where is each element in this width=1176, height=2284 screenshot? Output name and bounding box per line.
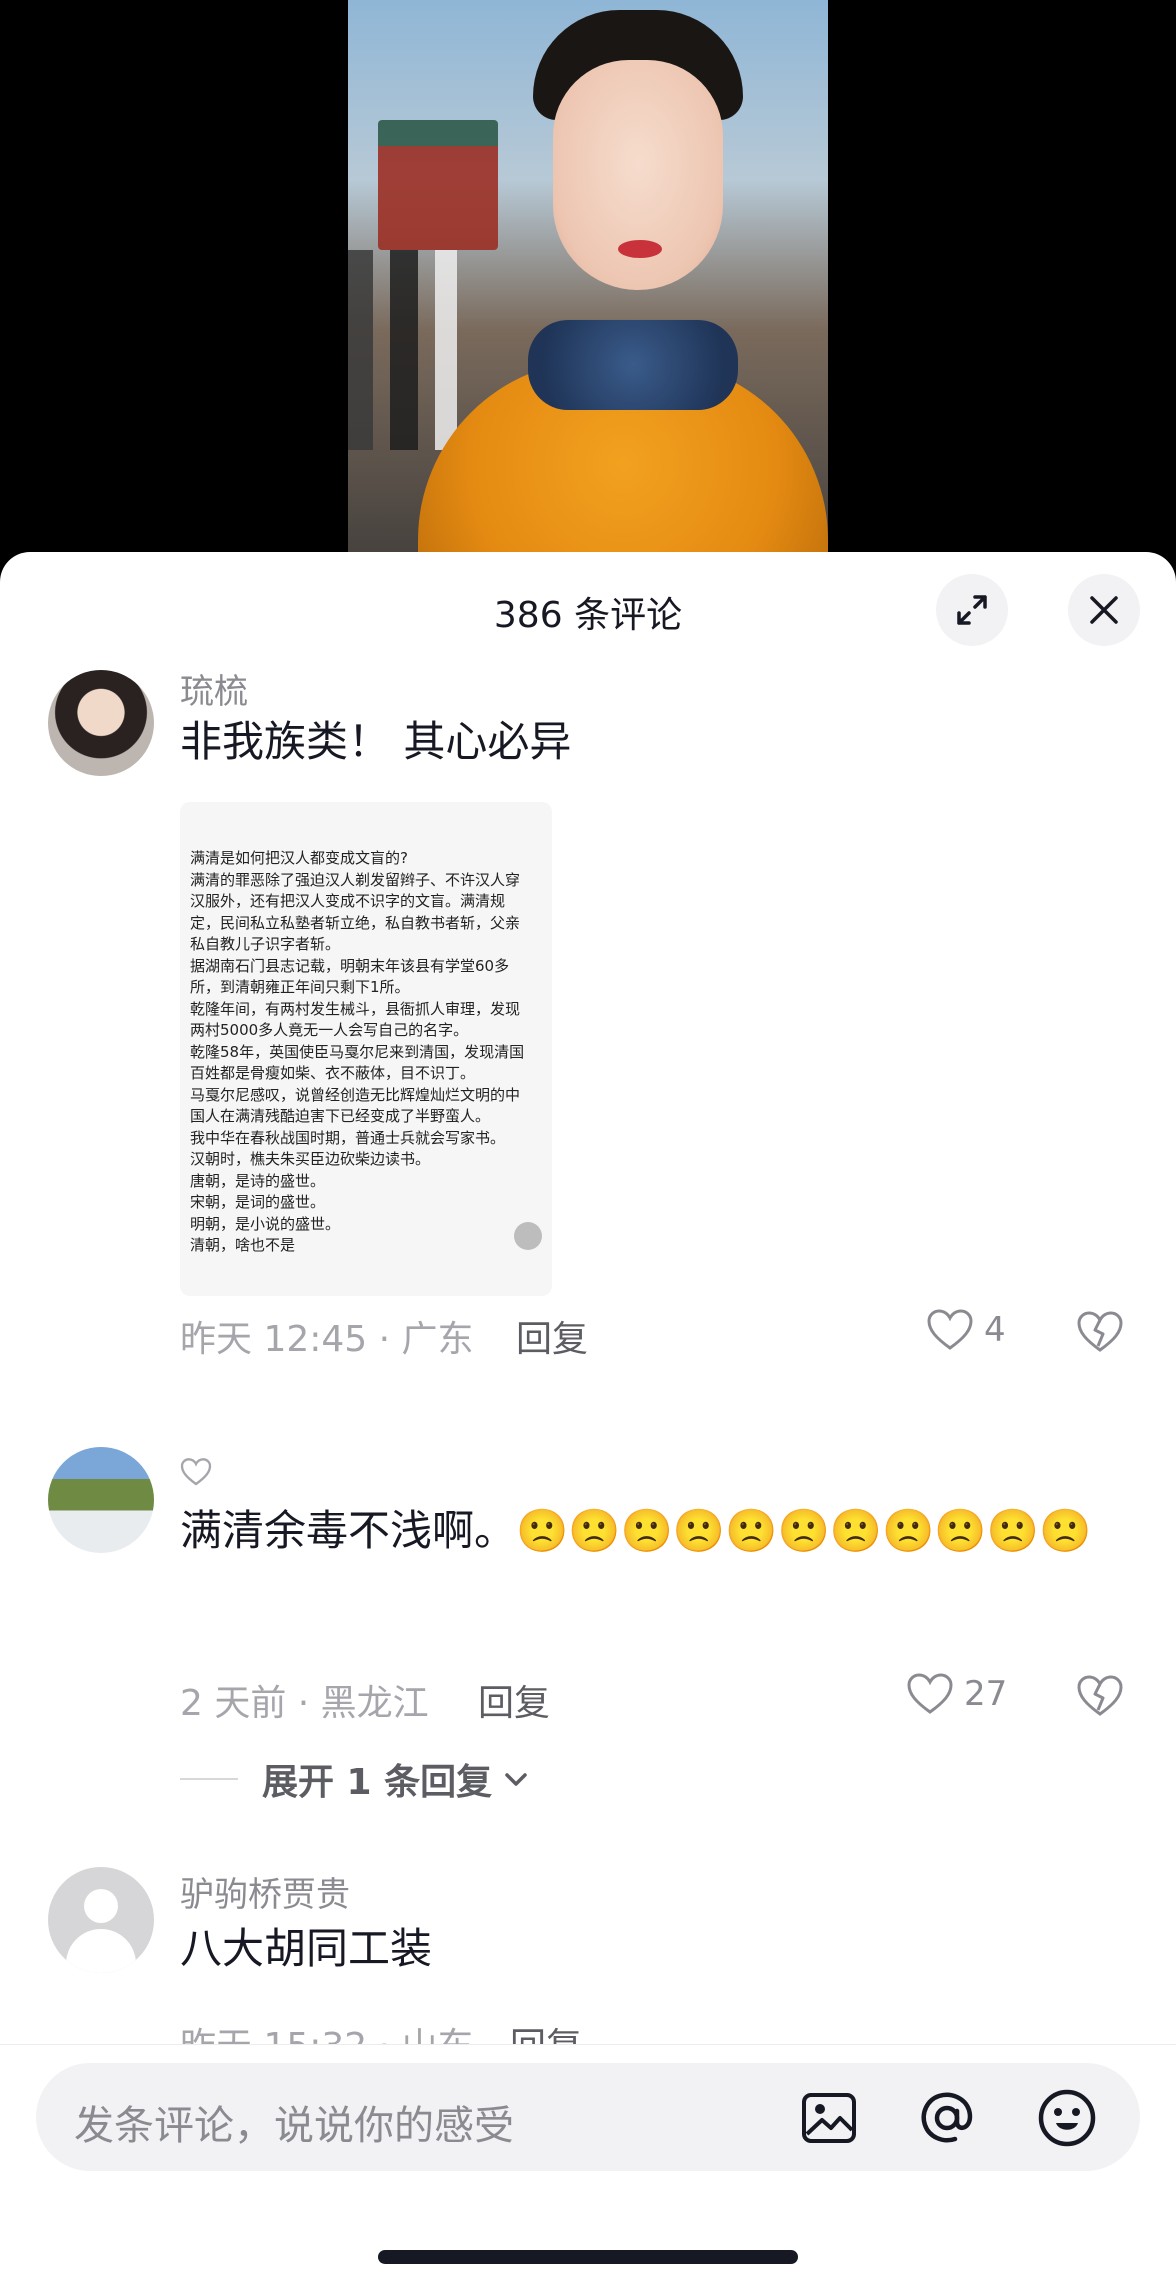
mention-button[interactable] bbox=[916, 2087, 978, 2149]
heart-icon bbox=[927, 1309, 973, 1350]
reply-button[interactable]: 回复 bbox=[478, 1674, 550, 1726]
close-button[interactable] bbox=[1068, 574, 1140, 646]
comment-username[interactable]: 驴驹桥贾贵 bbox=[180, 1867, 350, 1916]
attachment-line: 马戛尔尼感叹，说曾经创造无比辉煌灿烂文明的中 bbox=[190, 1085, 521, 1104]
at-mention-icon bbox=[921, 2092, 973, 2143]
comment-text: 满清余毒不浅啊。🙁🙁🙁🙁🙁🙁🙁🙁🙁🙁🙁 bbox=[180, 1506, 1092, 1555]
comment-input-bar: 发条评论，说说你的感受 bbox=[0, 2044, 1176, 2284]
attachment-line: 定，民间私立私塾者斩立绝，私自教书者斩，父亲 bbox=[190, 913, 521, 932]
like-button[interactable]: 4 bbox=[926, 1308, 1006, 1352]
close-icon bbox=[1090, 596, 1118, 624]
dislike-button[interactable] bbox=[1076, 1674, 1124, 1722]
small-heart-icon bbox=[180, 1458, 212, 1486]
like-count: 4 bbox=[984, 1310, 1006, 1350]
zoom-icon[interactable] bbox=[514, 1222, 542, 1250]
avatar[interactable] bbox=[48, 670, 154, 776]
comment-input[interactable]: 发条评论，说说你的感受 bbox=[36, 2063, 1140, 2171]
comments-header: 386 条评论 bbox=[0, 552, 1176, 668]
broken-heart-icon bbox=[1077, 1675, 1123, 1716]
video-scene-lips bbox=[618, 240, 662, 258]
attachment-line: 两村5000多人竟无一人会写自己的名字。 bbox=[190, 1021, 469, 1039]
comment-input-placeholder: 发条评论，说说你的感受 bbox=[74, 2103, 514, 2149]
home-indicator[interactable] bbox=[378, 2250, 798, 2264]
attachment-line: 明朝，是小说的盛世。 bbox=[190, 1214, 341, 1233]
attachment-line: 清朝，啥也不是 bbox=[190, 1236, 296, 1254]
chevron-down-icon bbox=[505, 1773, 527, 1786]
avatar[interactable] bbox=[48, 1867, 154, 1973]
image-button[interactable] bbox=[798, 2087, 860, 2149]
default-avatar-head bbox=[84, 1889, 118, 1923]
heart-icon bbox=[907, 1673, 953, 1714]
attachment-line: 私自教儿子识字者斩。 bbox=[190, 935, 341, 953]
attachment-line: 据湖南石门县志记载，明朝末年该县有学堂60多 bbox=[190, 956, 510, 975]
attachment-line: 乾隆58年，英国使臣马戛尔尼来到清国，发现清国 bbox=[190, 1042, 525, 1061]
attachment-line: 满清的罪恶除了强迫汉人剃发留辫子、不许汉人穿 bbox=[190, 870, 521, 889]
attachment-line: 百姓都是骨瘦如柴、衣不蔽体，目不识丁。 bbox=[190, 1064, 476, 1082]
attachment-line: 乾隆年间，有两村发生械斗，县衙抓人审理，发现 bbox=[190, 999, 521, 1018]
avatar[interactable] bbox=[48, 1447, 154, 1553]
attachment-line: 国人在满清残酷迫害下已经变成了半野蛮人。 bbox=[190, 1107, 491, 1125]
comment-text: 八大胡同工装 bbox=[180, 1924, 433, 1973]
comment-text: 非我族类！ 其心必异 bbox=[180, 717, 572, 766]
image-icon bbox=[802, 2093, 856, 2143]
comment-time-location: 昨天 12:45 · 广东 bbox=[180, 1319, 474, 1360]
attachment-line: 宋朝，是词的盛世。 bbox=[190, 1193, 326, 1211]
expand-icon bbox=[957, 595, 987, 625]
attachment-line: 满清是如何把汉人都变成文盲的? bbox=[190, 849, 408, 867]
like-button[interactable]: 27 bbox=[906, 1672, 1007, 1716]
attachment-line: 汉朝时，樵夫朱买臣边砍柴边读书。 bbox=[190, 1150, 431, 1168]
emoji-icon bbox=[1038, 2089, 1096, 2147]
video-player[interactable] bbox=[0, 0, 1176, 600]
comment-image-attachment[interactable]: 满清是如何把汉人都变成文盲的? 满清的罪恶除了强迫汉人剃发留辫子、不许汉人穿 汉… bbox=[180, 802, 552, 1296]
expand-replies-label: 展开 1 条回复 bbox=[262, 1762, 493, 1803]
comment-time-location: 2 天前 · 黑龙江 bbox=[180, 1683, 429, 1724]
dislike-button[interactable] bbox=[1076, 1310, 1124, 1358]
default-avatar-body bbox=[66, 1929, 136, 1973]
divider-line bbox=[180, 1778, 238, 1780]
expand-replies-button[interactable]: 展开 1 条回复 bbox=[180, 1753, 530, 1805]
attachment-line: 汉服外，还有把汉人变成不识字的文盲。满清规 bbox=[190, 892, 506, 910]
attachment-line: 唐朝，是诗的盛世。 bbox=[190, 1171, 326, 1190]
comments-sheet: 386 条评论 琉梳 非我族类！ 其心必异 满清是如何把汉人都变成文盲的? 满清… bbox=[0, 552, 1176, 2284]
expand-button[interactable] bbox=[936, 574, 1008, 646]
attachment-line: 所，到清朝雍正年间只剩下1所。 bbox=[190, 978, 410, 996]
video-frame[interactable] bbox=[348, 0, 828, 600]
video-scene-collar bbox=[528, 320, 738, 410]
like-count: 27 bbox=[964, 1674, 1008, 1714]
emoji-button[interactable] bbox=[1036, 2087, 1098, 2149]
video-scene-gate bbox=[378, 120, 498, 250]
broken-heart-icon bbox=[1077, 1311, 1123, 1352]
reply-button[interactable]: 回复 bbox=[516, 1310, 588, 1362]
attachment-line: 我中华在春秋战国时期，普通士兵就会写家书。 bbox=[190, 1128, 506, 1147]
